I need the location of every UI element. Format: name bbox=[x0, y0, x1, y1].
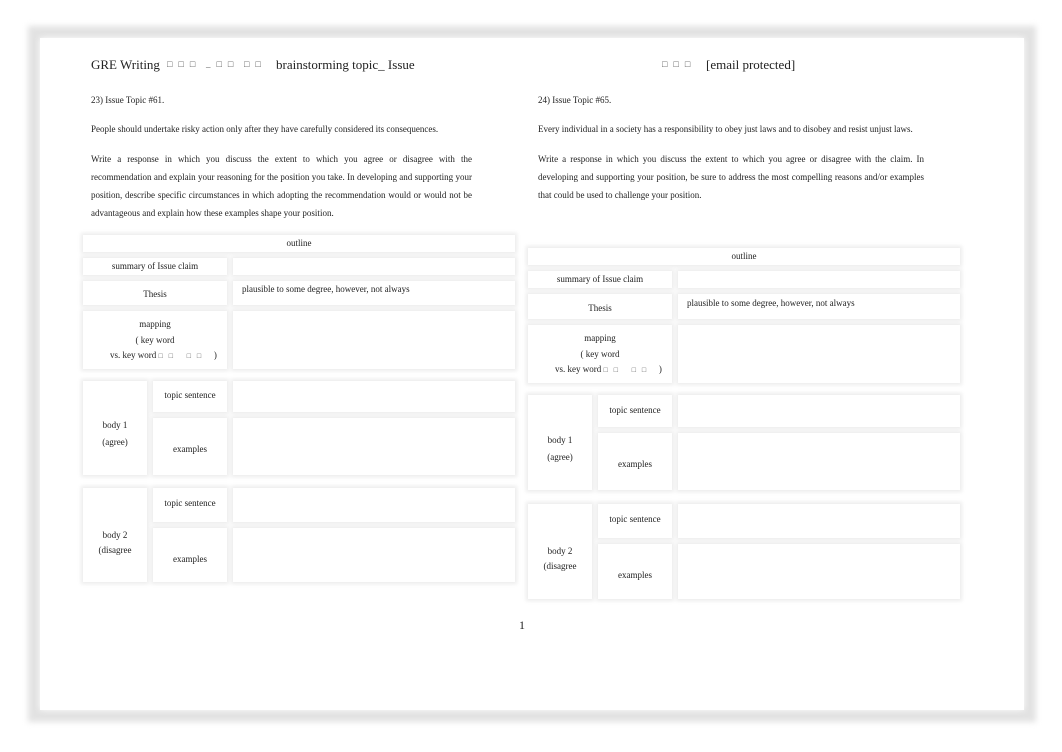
topic-number: 24) Issue Topic #65. bbox=[538, 95, 612, 105]
topic-sentence-label: topic sentence bbox=[609, 404, 661, 415]
doc-title: GRE Writing bbox=[91, 57, 160, 72]
page-number: 1 bbox=[519, 618, 525, 632]
thesis-value: plausible to some degree, however, not a… bbox=[687, 297, 855, 308]
topic-sentence-label: topic sentence bbox=[609, 513, 661, 524]
body1-label: body 1 bbox=[547, 434, 573, 445]
author-email: [email protected] bbox=[706, 57, 796, 72]
body1-label: body 1 bbox=[102, 420, 128, 430]
doc-title-glyphs: □□ bbox=[244, 59, 267, 69]
table-cell bbox=[233, 381, 515, 412]
summary-label: summary of Issue claim bbox=[111, 261, 199, 271]
thesis-label: Thesis bbox=[143, 289, 167, 299]
thesis-value: plausible to some degree, however, not a… bbox=[242, 284, 410, 294]
mapping-label: mapping bbox=[584, 332, 616, 343]
doc-title-glyphs: □□□ bbox=[167, 59, 202, 69]
table-cell bbox=[678, 395, 960, 427]
body2-sublabel: (disagree bbox=[98, 545, 132, 555]
mapping-glyphs: □□ □□ bbox=[603, 366, 653, 375]
examples-label: examples bbox=[173, 444, 207, 454]
mapping-close: ) bbox=[213, 350, 217, 360]
mapping-text: vs. key word bbox=[555, 364, 602, 375]
mapping-text: vs. key word bbox=[110, 350, 157, 360]
mapping-label: ( key word bbox=[580, 349, 620, 359]
summary-label: summary of Issue claim bbox=[556, 274, 644, 285]
table-cell bbox=[233, 418, 515, 475]
table-cell bbox=[233, 488, 515, 522]
body2-sublabel: (disagree bbox=[543, 561, 577, 572]
topic-instructions: Write a response in which you discuss th… bbox=[538, 154, 924, 200]
table-cell bbox=[233, 528, 515, 582]
mapping-label: mapping bbox=[139, 319, 171, 329]
body2-label: body 2 bbox=[547, 545, 573, 556]
topic-number: 23) Issue Topic #61. bbox=[91, 95, 165, 105]
author-glyphs: □□□ bbox=[662, 59, 697, 69]
body2-label: body 2 bbox=[102, 530, 128, 540]
examples-label: examples bbox=[618, 570, 652, 581]
mapping-close: ) bbox=[658, 364, 662, 375]
examples-label: examples bbox=[618, 459, 652, 470]
table-cell bbox=[678, 324, 960, 384]
body1-sublabel: (agree) bbox=[547, 452, 573, 463]
table-cell bbox=[233, 311, 515, 369]
mapping-label: vs. key word □□ □□ ) bbox=[110, 348, 217, 364]
mapping-glyphs: □□ □□ bbox=[158, 352, 208, 360]
examples-label: examples bbox=[173, 554, 207, 564]
thesis-label: Thesis bbox=[588, 302, 612, 313]
body1-sublabel: (agree) bbox=[102, 437, 128, 447]
table-cell bbox=[678, 503, 960, 538]
topic-instructions: Write a response in which you discuss th… bbox=[91, 154, 472, 218]
doc-title-glyphs: _□□ bbox=[206, 59, 240, 69]
mapping-label: ( key word bbox=[135, 335, 175, 345]
table-cell bbox=[678, 271, 960, 289]
mapping-label: vs. key word □□ □□ ) bbox=[555, 362, 662, 378]
table-cell bbox=[233, 258, 515, 275]
outline-title: outline bbox=[286, 238, 312, 248]
table-cell bbox=[678, 543, 960, 599]
topic-sentence-label: topic sentence bbox=[164, 390, 216, 400]
doc-subtitle: brainstorming topic_ Issue bbox=[276, 57, 415, 72]
topic-claim: Every individual in a society has a resp… bbox=[538, 124, 913, 134]
topic-claim: People should undertake risky action onl… bbox=[91, 124, 439, 134]
table-cell bbox=[678, 432, 960, 491]
topic-sentence-label: topic sentence bbox=[164, 498, 216, 508]
outline-title: outline bbox=[731, 251, 757, 262]
